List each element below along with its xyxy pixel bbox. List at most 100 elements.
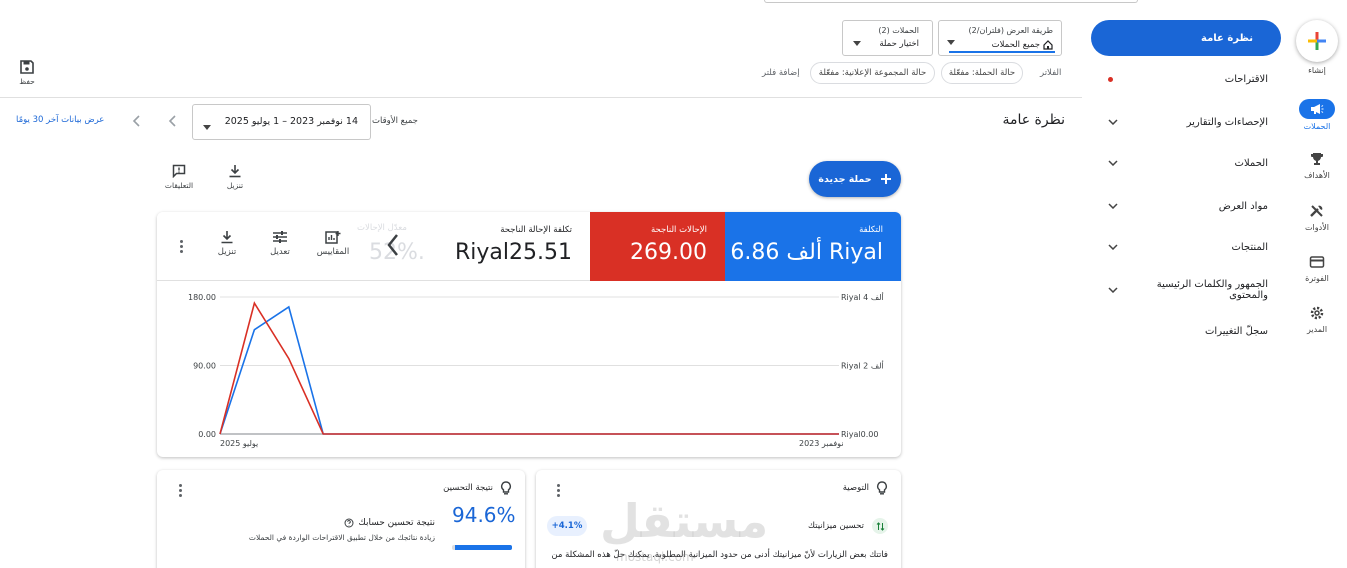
show-last-30-link[interactable]: عرض بيانات آخر 30 يومًا [16, 115, 104, 125]
optimization-heading: نتيجة تحسين حسابك [358, 518, 435, 528]
recommendation-subtitle: تحسين ميزانيتك [807, 521, 864, 531]
nav-item-label: الحملات [1234, 157, 1268, 169]
recommendation-card: التوصية تحسين ميزانيتك +4.1% فاتتك بعض ا… [536, 470, 901, 568]
view-mode-underline [949, 51, 1055, 53]
chart-download-button[interactable]: تنزيل [207, 230, 247, 257]
chart-left-tick-label: 180.00 [188, 293, 216, 302]
chart-right-tick-label: Riyal 2 ألف [841, 361, 884, 371]
chevron-down-icon [1108, 160, 1118, 166]
notification-dot [1108, 76, 1113, 82]
campaign-select[interactable]: الحملات (2) اختيار حملة [842, 20, 933, 56]
nav-item-label: المنتجات [1231, 241, 1268, 253]
next-period-button[interactable] [168, 114, 178, 131]
chip-label: حالة المجموعة الإعلانية: مفعّلة [818, 68, 927, 78]
performance-chart: 180.00 Riyal 4 ألف 90.00 Riyal 2 ألف 0.00 Riy… [188, 292, 884, 448]
more-vert-icon[interactable] [179, 238, 183, 255]
metrics-button-label: المقاييس [316, 247, 350, 257]
credit-card-icon [1309, 256, 1325, 268]
metric-conversions-value: 269.00 [630, 240, 707, 265]
nav-item-audiences-keywords[interactable]: الجمهور والكلمات الرئيسية والمحتوى [1108, 279, 1268, 301]
chart-download-label: تنزيل [217, 247, 237, 257]
chip-adgroup-status[interactable]: حالة المجموعة الإعلانية: مفعّلة [810, 62, 935, 84]
metric-cost[interactable]: التكلفة 6.86 ألف Riyal [725, 212, 901, 281]
chart-series-line-1 [219, 301, 839, 435]
nav-overview[interactable]: نظرة عامة [1091, 20, 1281, 56]
nav-item-label: الإحصاءات والتقارير [1186, 116, 1268, 128]
nav-item-label: الجمهور والكلمات الرئيسية والمحتوى [1156, 279, 1268, 301]
megaphone-icon [1311, 104, 1324, 114]
recommendation-body: فاتتك بعض الزيارات لأنّ ميزانيتك أدنى من… [551, 550, 888, 560]
add-filter-button[interactable]: إضافة فلتر [762, 68, 800, 78]
watermark-sub: mostaql.com [616, 550, 694, 564]
help-icon[interactable] [344, 518, 354, 528]
view-mode-value: جميع الحملات [991, 40, 1040, 50]
caret-down-icon [853, 36, 861, 49]
download-label: تنزيل [226, 181, 244, 190]
rail-billing[interactable]: الفوترة [1292, 254, 1342, 283]
optimization-score-bar [452, 545, 512, 550]
metric-cost-per-conversion[interactable]: تكلفة الإحالة الناجحة Riyal25.51 [442, 212, 590, 281]
filters-label: الفلاتر [1040, 68, 1062, 78]
view-mode-select[interactable]: طريقة العرض (فلتران/2) جميع الحملات [938, 20, 1062, 56]
adjust-button-label: تعديل [270, 247, 290, 257]
plus-icon [880, 174, 891, 184]
rail-goals[interactable]: الأهداف [1292, 151, 1342, 180]
nav-item-recommendations[interactable]: الاقتراحات [1108, 69, 1268, 89]
caret-down-icon [947, 35, 955, 48]
download-button[interactable]: تنزيل [220, 164, 250, 190]
rail-admin-label: المدير [1306, 325, 1328, 334]
metric-conversions[interactable]: الإحالات الناجحة 269.00 [590, 212, 725, 281]
feedback-button[interactable]: التعليقات [162, 164, 196, 190]
feedback-icon [172, 164, 186, 179]
metric-cpc-value: Riyal25.51 [455, 240, 572, 265]
metric-toolbar: معدّل الإحالات .52% المقاييس تعديل تنزيل [157, 212, 442, 281]
overview-chart-card: التكلفة 6.86 ألف Riyal الإحالات الناجحة … [157, 212, 901, 457]
new-campaign-button[interactable]: حملة جديدة [809, 161, 901, 197]
recommendation-uplift-badge: +4.1% [547, 516, 587, 536]
more-vert-icon[interactable] [557, 482, 561, 499]
chip-label: حالة الحملة: مفعّلة [948, 68, 1016, 78]
adjust-button[interactable]: تعديل [260, 230, 300, 257]
nav-item-products[interactable]: المنتجات [1108, 237, 1268, 257]
nav-item-change-history[interactable]: سجلّ التغييرات [1108, 321, 1268, 341]
trophy-icon [1311, 153, 1323, 165]
save-button[interactable]: حفظ [16, 60, 38, 86]
create-button[interactable] [1296, 20, 1338, 62]
lightbulb-icon [500, 481, 512, 498]
chevron-left-icon [168, 115, 176, 127]
rail-campaigns-button[interactable] [1299, 99, 1335, 119]
optimization-score-value: 94.6% [452, 503, 516, 527]
lightbulb-icon [876, 481, 888, 498]
campaign-select-title: الحملات (2) [878, 26, 919, 35]
all-times-label: جميع الأوقات [372, 116, 418, 126]
recommendation-title: التوصية [842, 483, 869, 493]
create-label: إنشاء [1308, 66, 1326, 75]
chip-campaign-status[interactable]: حالة الحملة: مفعّلة [941, 62, 1023, 84]
metrics-button[interactable]: المقاييس [313, 230, 353, 257]
rail-tools-label: الأدوات [1305, 223, 1329, 232]
budget-trend-icon [872, 518, 888, 534]
top-search-strip [764, 0, 1138, 3]
nav-item-campaigns[interactable]: الحملات [1108, 153, 1268, 173]
chevron-left-icon [132, 115, 140, 127]
rail-admin[interactable]: المدير [1292, 305, 1342, 334]
prev-period-button[interactable] [132, 114, 142, 131]
rail-billing-label: الفوترة [1305, 274, 1329, 283]
nav-item-assets[interactable]: مواد العرض [1108, 196, 1268, 216]
save-label: حفظ [19, 77, 35, 86]
rail-tools[interactable]: الأدوات [1292, 203, 1342, 232]
date-range-select[interactable]: 14 نوفمبر 2023 – 1 يوليو 2025 [192, 104, 371, 140]
nav-item-label: الاقتراحات [1224, 73, 1268, 85]
optimization-score-card: نتيجة التحسين 94.6% نتيجة تحسين حسابك زي… [157, 470, 525, 568]
chevron-left-icon [387, 234, 398, 256]
nav-item-label: مواد العرض [1218, 200, 1268, 212]
more-vert-icon[interactable] [179, 482, 183, 499]
save-icon [20, 60, 34, 74]
scroll-metrics-button[interactable] [386, 232, 400, 261]
feedback-label: التعليقات [164, 181, 194, 190]
nav-item-insights-reports[interactable]: الإحصاءات والتقارير [1108, 112, 1268, 132]
date-range-value: 14 نوفمبر 2023 – 1 يوليو 2025 [224, 116, 358, 127]
view-mode-value-row: جميع الحملات [992, 40, 1053, 50]
rail-campaigns-label: الحملات [1303, 122, 1331, 131]
metric-cpc-label: تكلفة الإحالة الناجحة [500, 225, 572, 235]
